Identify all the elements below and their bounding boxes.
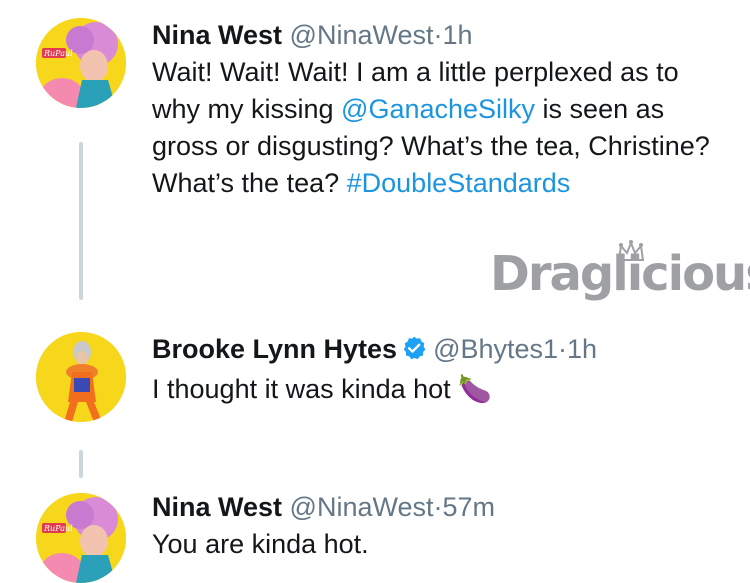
crown-icon (617, 240, 645, 261)
timestamp[interactable]: 57m (443, 492, 496, 522)
avatar-brooke-lynn-hytes[interactable] (36, 332, 126, 422)
tweet-text: You are kinda hot. (152, 526, 730, 563)
text-segment: I thought it was kinda hot (152, 374, 451, 404)
user-handle[interactable]: @NinaWest (290, 20, 434, 50)
tweet-header: Brooke Lynn Hytes @Bhytes1·1h (152, 332, 730, 369)
tweet-text: I thought it was kinda hot 🍆 (152, 371, 730, 408)
separator: · (433, 492, 443, 522)
text-segment: You are kinda hot. (152, 529, 369, 559)
tweet-header: Nina West @NinaWest·1h (152, 18, 730, 52)
thread-connector (79, 142, 83, 300)
verified-badge-icon (401, 335, 427, 369)
mention-link[interactable]: @GanacheSilky (341, 94, 535, 124)
hashtag-link[interactable]: #DoubleStandards (347, 168, 571, 198)
thread-connector (79, 450, 83, 478)
display-name[interactable]: Nina West (152, 20, 282, 50)
tweet-3[interactable]: RuPaul Nina West @NinaWest·57m You are k… (0, 475, 750, 583)
eggplant-emoji: 🍆 (458, 374, 492, 404)
separator: · (558, 334, 568, 364)
separator: · (433, 20, 443, 50)
timestamp[interactable]: 1h (443, 20, 473, 50)
avatar-nina-west[interactable]: RuPaul (36, 18, 126, 108)
tweet-header: Nina West @NinaWest·57m (152, 490, 730, 524)
user-handle[interactable]: @NinaWest (290, 492, 434, 522)
display-name[interactable]: Nina West (152, 492, 282, 522)
tweet-text: Wait! Wait! Wait! I am a little perplexe… (152, 54, 730, 202)
avatar-nina-west[interactable]: RuPaul (36, 493, 126, 583)
badge-text: RuPaul (43, 49, 73, 58)
tweet-2[interactable]: Brooke Lynn Hytes @Bhytes1·1h I thought i… (0, 300, 750, 478)
user-handle[interactable]: @Bhytes1 (433, 334, 558, 364)
tweet-1[interactable]: RuPaul Nina West @NinaWest·1h Wait! Wait… (0, 0, 750, 302)
display-name[interactable]: Brooke Lynn Hytes (152, 334, 397, 364)
watermark: Draglicious (490, 240, 750, 306)
badge-text: RuPaul (43, 524, 73, 533)
timestamp[interactable]: 1h (567, 334, 597, 364)
